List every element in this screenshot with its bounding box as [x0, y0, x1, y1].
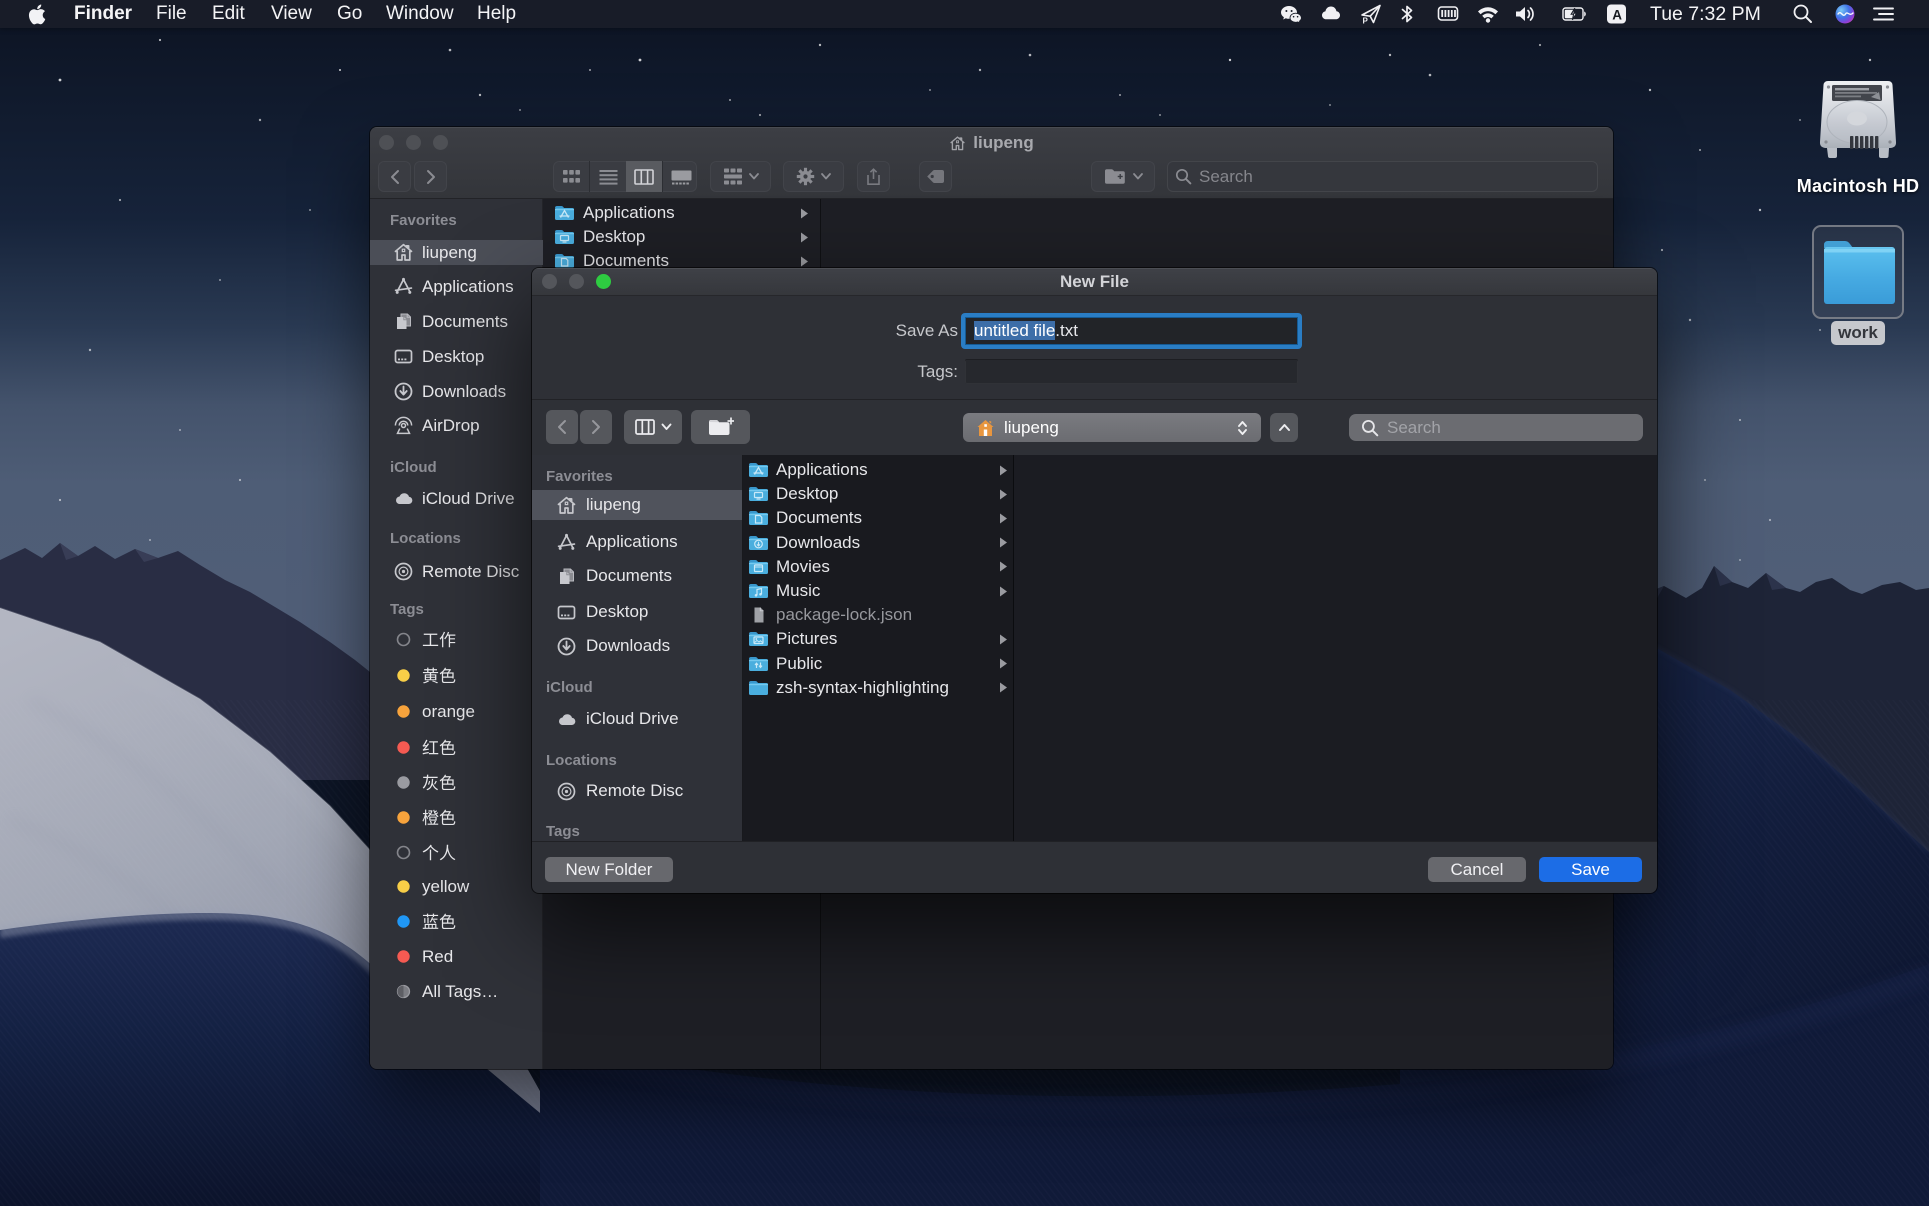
- svg-text:A: A: [1612, 8, 1622, 23]
- svg-text:P: P: [1363, 17, 1369, 26]
